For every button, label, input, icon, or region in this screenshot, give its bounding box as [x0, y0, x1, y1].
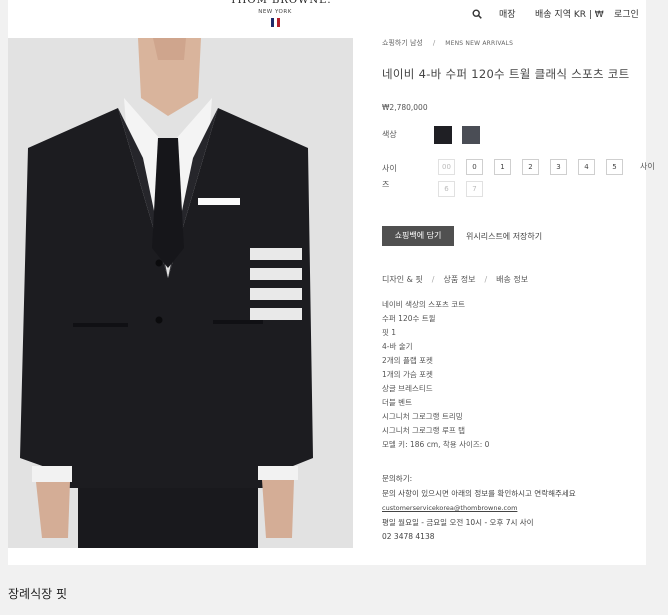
tab-shipping-info[interactable]: 배송 정보: [496, 275, 528, 284]
size-label-right: 사이: [640, 162, 655, 171]
tab-separator: /: [484, 275, 488, 284]
description-line: 네이비 색상의 스포츠 코트: [382, 300, 466, 309]
logo-subtitle: NEW YORK: [258, 9, 292, 15]
description-line: 시그니처 그로그랭 트리밍: [382, 412, 463, 421]
contact-info: 문의하기: 문의 사항이 있으시면 아래의 정보를 확인하시고 연락해주세요 c…: [382, 472, 576, 545]
description-line: 수퍼 120수 트윌: [382, 314, 436, 323]
size-option[interactable]: 6: [438, 181, 455, 197]
product-title: 네이비 4-바 수퍼 120수 트윌 클래식 스포츠 코트: [382, 67, 630, 81]
login-link[interactable]: 로그인: [614, 7, 639, 20]
size-option[interactable]: 5: [606, 159, 623, 175]
logo-text: THOM BROWNE.: [230, 0, 332, 6]
brand-logo[interactable]: THOM BROWNE. NEW YORK: [230, 0, 332, 27]
add-to-cart-button[interactable]: 쇼핑백에 담기: [382, 226, 454, 246]
product-description: 네이비 색상의 스포츠 코트 수퍼 120수 트윌 핏 1 4-바 술기 2개의…: [382, 298, 489, 452]
contact-email-link[interactable]: customerservicekorea@thombrowne.com: [382, 501, 576, 516]
description-line: 핏 1: [382, 328, 397, 337]
contact-phone: 02 3478 4138: [382, 532, 435, 541]
color-swatch[interactable]: [434, 126, 452, 144]
size-option[interactable]: 0: [466, 159, 483, 175]
size-option[interactable]: 2: [522, 159, 539, 175]
description-line: 4-바 술기: [382, 342, 413, 351]
size-label: 사이즈: [382, 164, 397, 189]
size-option[interactable]: 00: [438, 159, 455, 175]
product-photo-illustration: [8, 38, 353, 548]
shipping-region-link[interactable]: 배송 지역 KR | ₩: [535, 7, 604, 20]
size-option[interactable]: 4: [578, 159, 595, 175]
description-line: 시그니처 그로그랭 루프 탭: [382, 426, 466, 435]
breadcrumb-item[interactable]: MENS NEW ARRIVALS: [445, 40, 513, 47]
product-image: [8, 38, 353, 548]
breadcrumb-item[interactable]: 쇼핑하기 남성: [382, 39, 423, 47]
description-line: 2개의 플랩 포켓: [382, 356, 433, 365]
product-price: ₩2,780,000: [382, 103, 428, 112]
color-swatch[interactable]: [462, 126, 480, 144]
product-page: THOM BROWNE. NEW YORK 매장 배송 지역 KR | ₩ 로그…: [8, 0, 655, 565]
contact-heading: 문의하기:: [382, 474, 413, 483]
color-label: 색상: [382, 130, 397, 139]
info-tabs: 디자인 & 핏 / 상품 정보 / 배송 정보: [382, 274, 528, 285]
tricolor-flag-icon: [270, 18, 280, 27]
tab-design-fit[interactable]: 디자인 & 핏: [382, 275, 423, 284]
size-option[interactable]: 3: [550, 159, 567, 175]
size-option[interactable]: 1: [494, 159, 511, 175]
breadcrumb-separator: /: [432, 39, 436, 47]
tab-separator: /: [431, 275, 435, 284]
description-line: 모델 키: 186 cm, 착용 사이즈: 0: [382, 440, 490, 449]
size-option[interactable]: 7: [466, 181, 483, 197]
search-icon[interactable]: [472, 9, 482, 19]
tab-product-info[interactable]: 상품 정보: [443, 275, 475, 284]
store-link[interactable]: 매장: [499, 7, 516, 20]
contact-text: 문의 사항이 있으시면 아래의 정보를 확인하시고 연락해주세요: [382, 488, 576, 498]
description-line: 상글 브레스티드: [382, 384, 433, 393]
wishlist-link[interactable]: 위시리스트에 저장하기: [466, 231, 542, 242]
description-line: 더블 벤트: [382, 398, 412, 407]
breadcrumb: 쇼핑하기 남성 / MENS NEW ARRIVALS: [382, 38, 513, 48]
site-header: THOM BROWNE. NEW YORK 매장 배송 지역 KR | ₩ 로그…: [8, 0, 646, 38]
contact-hours: 평일 월요일 - 금요일 오전 10시 - 오후 7시 사이: [382, 517, 534, 527]
section-title: 장례식장 핏: [8, 587, 68, 601]
description-line: 1개의 가슴 포켓: [382, 370, 433, 379]
